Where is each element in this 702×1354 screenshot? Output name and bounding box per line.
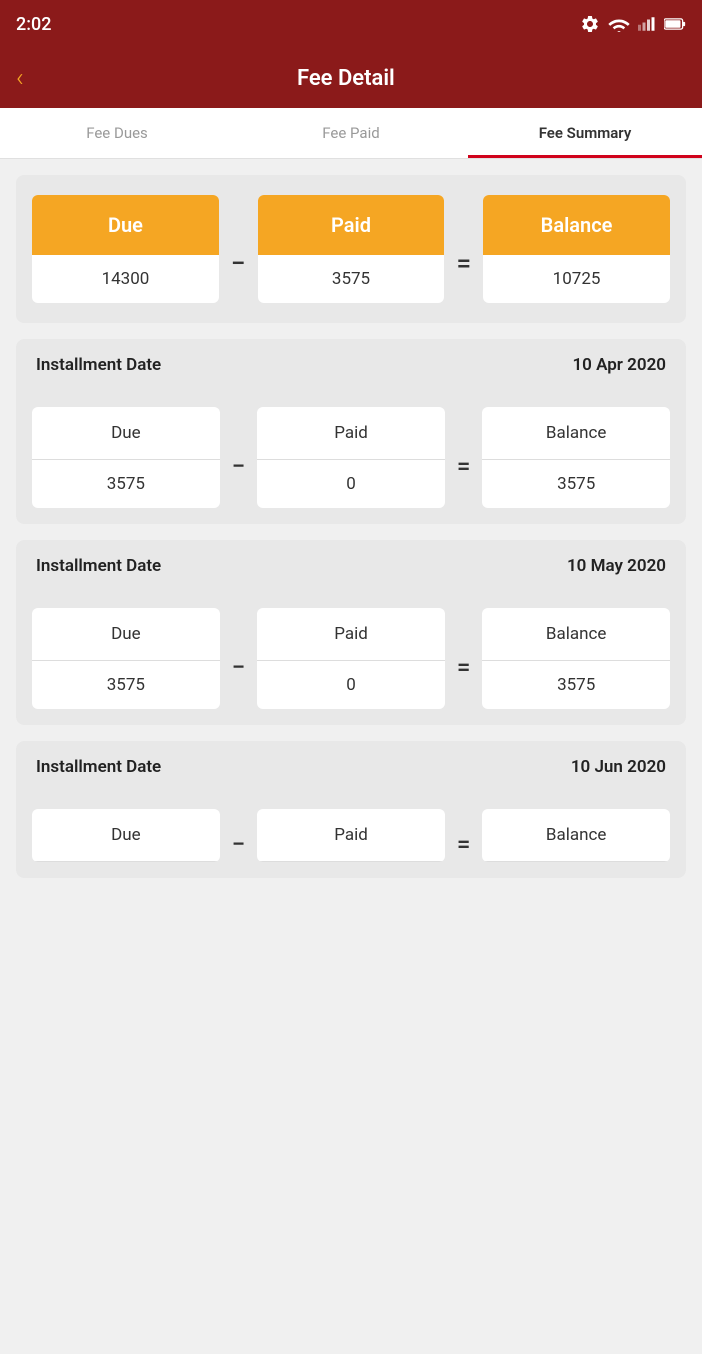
installment-section-3: Installment Date 10 Jun 2020 Due − Paid … xyxy=(16,741,686,878)
summary-due-box: Due 14300 xyxy=(32,195,219,303)
status-time: 2:02 xyxy=(16,14,51,35)
summary-paid-label: Paid xyxy=(258,195,445,255)
inst3-paid-box: Paid xyxy=(257,809,445,862)
tab-bar: Fee Dues Fee Paid Fee Summary xyxy=(0,108,702,159)
installment-body-1: Due 3575 − Paid 0 = Balance 3575 xyxy=(16,391,686,524)
installment-body-2: Due 3575 − Paid 0 = Balance 3575 xyxy=(16,592,686,725)
installment-body-3: Due − Paid = Balance xyxy=(16,793,686,878)
summary-balance-label: Balance xyxy=(483,195,670,255)
installment-date-1: 10 Apr 2020 xyxy=(572,355,666,375)
installment-header-3: Installment Date 10 Jun 2020 xyxy=(16,741,686,793)
summary-paid-box: Paid 3575 xyxy=(258,195,445,303)
page-title: Fee Detail xyxy=(36,66,686,91)
summary-paid-value: 3575 xyxy=(324,255,378,303)
inst1-equals: = xyxy=(453,452,475,480)
installment-label-1: Installment Date xyxy=(36,355,161,375)
signal-icon xyxy=(638,16,656,32)
inst2-due-box: Due 3575 xyxy=(32,608,220,709)
inst1-paid-value: 0 xyxy=(338,460,364,508)
inst2-paid-value: 0 xyxy=(338,661,364,709)
inst1-balance-label: Balance xyxy=(482,407,670,460)
installment-date-3: 10 Jun 2020 xyxy=(571,757,666,777)
summary-balance-value: 10725 xyxy=(545,255,609,303)
inst3-balance-label: Balance xyxy=(482,809,670,862)
inst2-paid-label: Paid xyxy=(257,608,445,661)
minus-operator-1: − xyxy=(227,249,250,279)
equals-operator-1: = xyxy=(452,249,475,279)
inst1-balance-value: 3575 xyxy=(549,460,603,508)
installment-label-3: Installment Date xyxy=(36,757,161,777)
app-header: ‹ Fee Detail xyxy=(0,48,702,108)
inst2-due-label: Due xyxy=(32,608,220,661)
inst1-balance-box: Balance 3575 xyxy=(482,407,670,508)
inst2-balance-label: Balance xyxy=(482,608,670,661)
summary-balance-box: Balance 10725 xyxy=(483,195,670,303)
inst2-equals: = xyxy=(453,653,475,681)
installment-section-1: Installment Date 10 Apr 2020 Due 3575 − … xyxy=(16,339,686,524)
tab-fee-summary[interactable]: Fee Summary xyxy=(468,108,702,158)
inst2-paid-box: Paid 0 xyxy=(257,608,445,709)
summary-due-label: Due xyxy=(32,195,219,255)
status-bar: 2:02 xyxy=(0,0,702,48)
inst3-balance-box: Balance xyxy=(482,809,670,862)
back-button[interactable]: ‹ xyxy=(16,65,24,91)
installment-header-1: Installment Date 10 Apr 2020 xyxy=(16,339,686,391)
inst3-due-label: Due xyxy=(32,809,220,862)
gear-icon xyxy=(580,14,600,34)
inst1-due-value: 3575 xyxy=(99,460,153,508)
tab-fee-dues[interactable]: Fee Dues xyxy=(0,108,234,158)
summary-due-value: 14300 xyxy=(94,255,158,303)
inst1-paid-box: Paid 0 xyxy=(257,407,445,508)
inst2-due-value: 3575 xyxy=(99,661,153,709)
installment-date-2: 10 May 2020 xyxy=(567,556,666,576)
inst1-minus: − xyxy=(228,452,250,480)
inst1-due-box: Due 3575 xyxy=(32,407,220,508)
wifi-icon xyxy=(608,16,630,32)
installment-header-2: Installment Date 10 May 2020 xyxy=(16,540,686,592)
inst3-paid-label: Paid xyxy=(257,809,445,862)
battery-icon xyxy=(664,17,686,31)
inst3-minus: − xyxy=(228,830,250,858)
summary-card: Due 14300 − Paid 3575 = Balance 10725 xyxy=(16,175,686,323)
inst1-paid-label: Paid xyxy=(257,407,445,460)
status-icons xyxy=(580,14,686,34)
installment-label-2: Installment Date xyxy=(36,556,161,576)
inst3-equals: = xyxy=(453,830,475,858)
installment-section-2: Installment Date 10 May 2020 Due 3575 − … xyxy=(16,540,686,725)
inst2-balance-box: Balance 3575 xyxy=(482,608,670,709)
inst3-due-box: Due xyxy=(32,809,220,862)
inst2-balance-value: 3575 xyxy=(549,661,603,709)
inst1-due-label: Due xyxy=(32,407,220,460)
main-content: Due 14300 − Paid 3575 = Balance 10725 In… xyxy=(0,159,702,894)
inst2-minus: − xyxy=(228,653,250,681)
tab-fee-paid[interactable]: Fee Paid xyxy=(234,108,468,158)
